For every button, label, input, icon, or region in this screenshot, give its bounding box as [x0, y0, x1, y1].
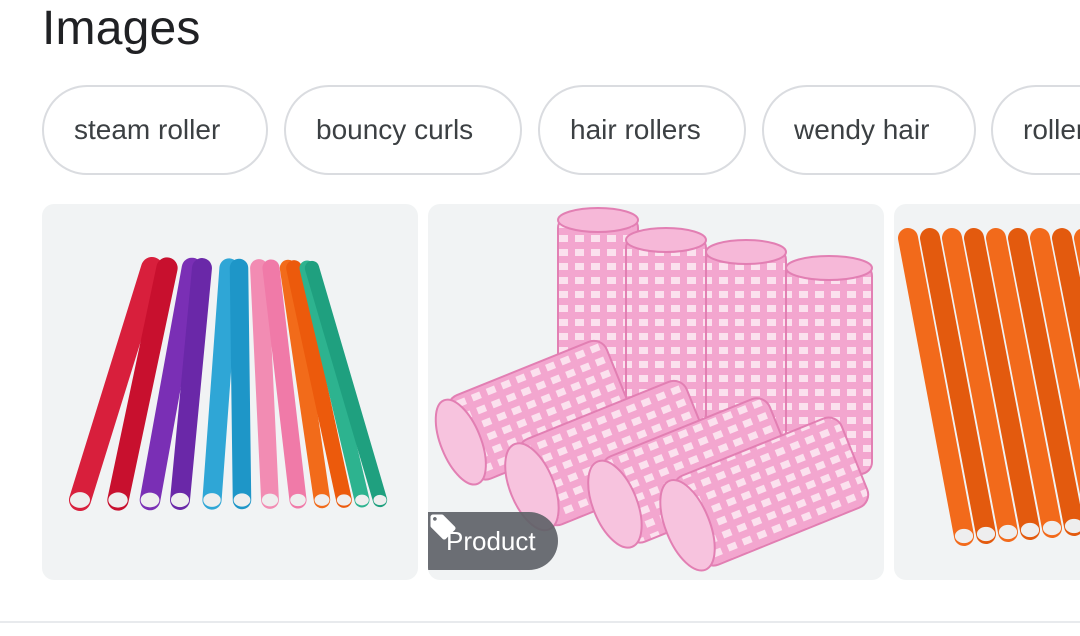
image-result-2[interactable]: Product	[428, 204, 884, 580]
product-badge: Product	[428, 512, 558, 570]
flexible-rollers-image	[69, 257, 388, 511]
section-divider	[0, 621, 1080, 623]
chip-label: bouncy curls	[316, 114, 474, 145]
chip-label: steam roller	[74, 114, 221, 145]
images-section-title: Images	[42, 2, 201, 55]
tag-icon	[430, 514, 456, 540]
roller-rod-end	[355, 494, 369, 506]
roller-rod-end	[290, 493, 306, 507]
related-search-chips: steam roller bouncy curls hair rollers w…	[0, 85, 1080, 179]
image-result-1[interactable]	[42, 204, 418, 580]
roller-rod-end	[108, 492, 128, 508]
roller-rod-end	[233, 493, 251, 507]
roller-rod-end	[140, 492, 160, 508]
roller-rod-end	[170, 492, 190, 508]
roller-rod-end	[261, 493, 279, 507]
product-badge-label: Product	[446, 525, 536, 556]
roller-rod-end	[1020, 522, 1040, 538]
roller-rod-end	[314, 494, 330, 506]
chip-rollers[interactable]: rollers	[991, 85, 1080, 175]
chip-bouncy-curls[interactable]: bouncy curls	[284, 85, 522, 175]
roller-rod-end	[336, 494, 352, 506]
roller-rod-end	[203, 493, 221, 507]
chip-label: rollers	[1023, 114, 1080, 145]
orange-rollers-image	[898, 228, 1080, 546]
chip-hair-rollers[interactable]: hair rollers	[538, 85, 746, 175]
roller-rod-end	[976, 526, 996, 542]
roller-rod	[229, 258, 252, 510]
chip-steam-roller[interactable]: steam roller	[42, 85, 268, 175]
roller-rod	[202, 258, 239, 510]
chip-label: hair rollers	[570, 114, 701, 145]
chip-wendy-hair[interactable]: wendy hair	[762, 85, 976, 175]
roller-rod-end	[998, 524, 1018, 540]
roller-rod-end	[1042, 520, 1062, 536]
roller-rod-end	[70, 492, 90, 508]
image-result-3[interactable]	[894, 204, 1080, 580]
roller-rod-end	[954, 528, 974, 544]
roller-rod-end	[373, 494, 387, 506]
chip-label: wendy hair	[794, 114, 930, 145]
